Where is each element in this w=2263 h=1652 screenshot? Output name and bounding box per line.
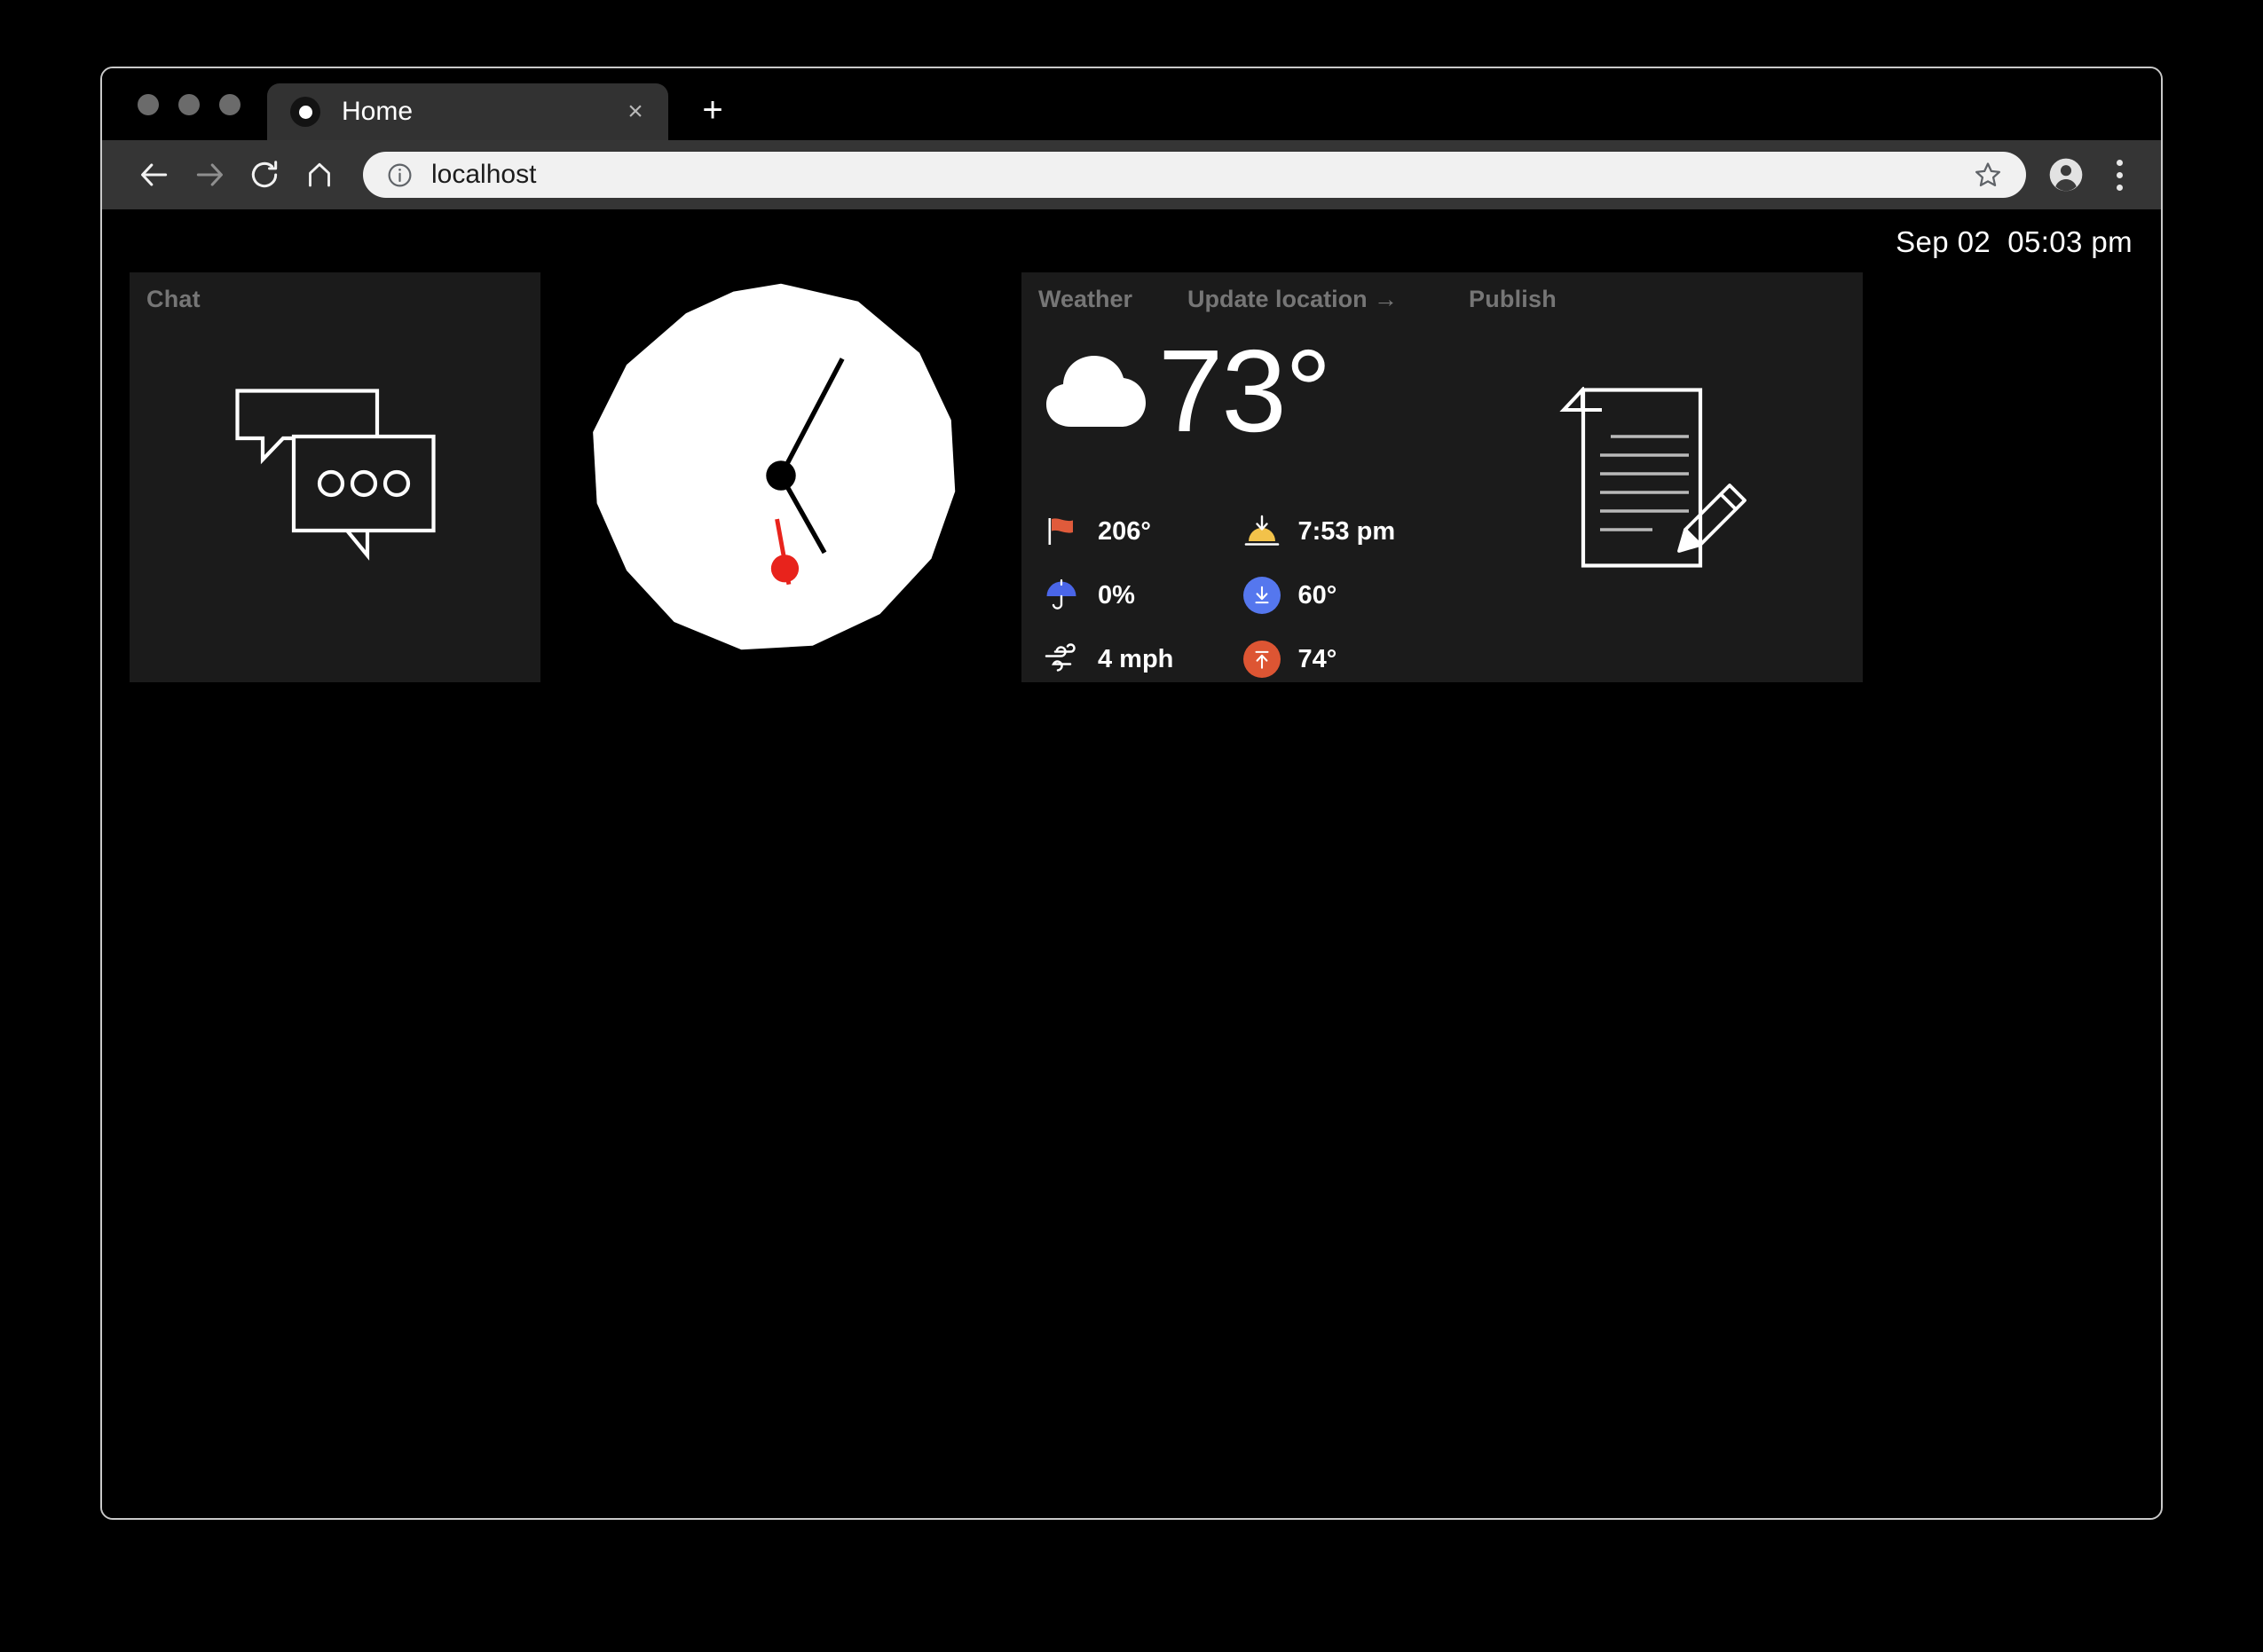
- weather-temperature: 73°: [1158, 326, 1332, 456]
- cloud-icon: [1041, 345, 1151, 438]
- analog-clock-icon: [583, 278, 979, 678]
- weather-stat-high-temp: 74°: [1242, 627, 1435, 691]
- temperature-high-icon: [1242, 641, 1281, 678]
- document-pencil-icon: [1452, 272, 1863, 682]
- weather-stat-value: 74°: [1297, 644, 1337, 673]
- new-tab-button[interactable]: +: [693, 92, 732, 128]
- sunset-icon: [1243, 513, 1281, 550]
- address-bar[interactable]: localhost: [363, 152, 2026, 198]
- weather-stat-wind-direction: 206°: [1043, 500, 1234, 563]
- umbrella-icon: [1043, 577, 1080, 614]
- circle-dot-favicon-icon: [290, 97, 320, 127]
- maximize-window-button[interactable]: [219, 93, 240, 115]
- wind-icon: [1043, 641, 1080, 678]
- card-publish[interactable]: Publish: [1452, 272, 1863, 682]
- update-location-link[interactable]: Update location →: [1187, 286, 1398, 313]
- close-icon[interactable]: ×: [620, 98, 651, 125]
- home-house-icon[interactable]: [292, 147, 347, 202]
- flag-icon: [1043, 513, 1080, 550]
- weather-stat-low-temp: 60°: [1242, 563, 1435, 627]
- card-weather-title: Weather: [1038, 286, 1133, 312]
- weather-stat-value: 7:53 pm: [1297, 516, 1396, 546]
- reload-arrow-icon[interactable]: [237, 147, 292, 202]
- weather-current: 73°: [1041, 326, 1332, 456]
- tab-strip: Home × +: [102, 68, 2161, 140]
- three-dot-menu-icon[interactable]: [2099, 147, 2140, 202]
- card-chat[interactable]: Chat: [130, 272, 540, 682]
- window-traffic-lights: [122, 68, 267, 140]
- page-viewport: Sep 02 05:03 pm Chat Weather Update loca…: [102, 209, 2161, 1518]
- card-clock[interactable]: [540, 272, 1021, 682]
- weather-card-header: Weather Update location →: [1038, 286, 1435, 313]
- close-window-button[interactable]: [138, 93, 159, 115]
- tab-home[interactable]: Home ×: [267, 83, 668, 140]
- weather-stat-value: 0%: [1098, 580, 1135, 610]
- status-datetime: Sep 02 05:03 pm: [1896, 225, 2133, 258]
- weather-stat-value: 60°: [1297, 580, 1337, 610]
- forward-arrow-icon[interactable]: [182, 147, 237, 202]
- weather-stats-grid: 206° 7:53 pm 0% 60° 4 mph 74°: [1043, 500, 1434, 691]
- weather-stat-value: 206°: [1098, 516, 1151, 546]
- address-input[interactable]: localhost: [431, 160, 1973, 190]
- tab-title: Home: [342, 97, 414, 126]
- back-arrow-icon[interactable]: [127, 147, 182, 202]
- dashboard-cards: Chat Weather Update location → 73° 206° …: [130, 272, 1863, 682]
- weather-stat-value: 4 mph: [1098, 644, 1174, 673]
- temperature-low-icon: [1242, 577, 1281, 614]
- site-info-icon[interactable]: [386, 161, 414, 189]
- chat-bubbles-ellipsis-icon: [130, 272, 540, 682]
- toolbar-actions: [2038, 147, 2140, 202]
- star-icon[interactable]: [1973, 160, 2003, 190]
- weather-stat-precipitation: 0%: [1043, 563, 1234, 627]
- browser-window: Home × + localhost Sep 02 05:03 pm Chat …: [100, 67, 2163, 1520]
- card-weather[interactable]: Weather Update location → 73° 206° 7:53 …: [1021, 272, 1452, 682]
- weather-stat-wind-speed: 4 mph: [1043, 627, 1234, 691]
- minimize-window-button[interactable]: [178, 93, 200, 115]
- account-avatar-icon[interactable]: [2038, 147, 2093, 202]
- weather-stat-sunset: 7:53 pm: [1243, 500, 1435, 563]
- browser-toolbar: localhost: [102, 140, 2161, 209]
